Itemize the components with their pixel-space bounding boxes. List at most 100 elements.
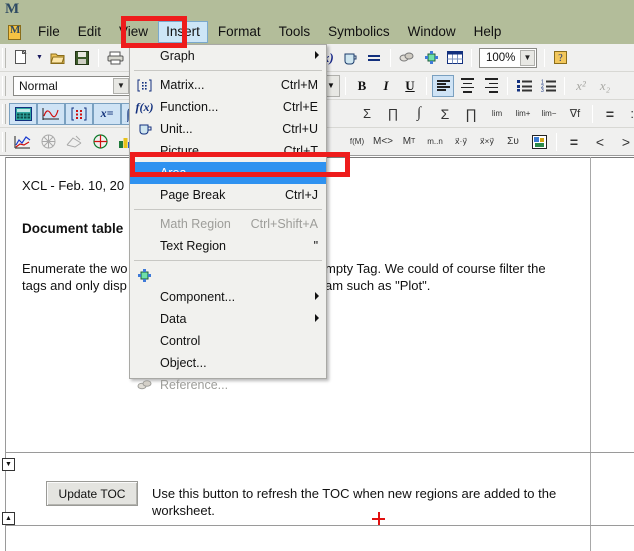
- dot-product-icon[interactable]: x⃗·y⃗: [449, 131, 473, 153]
- limit-right-icon[interactable]: lim+: [511, 103, 535, 125]
- paragraph-style-combobox[interactable]: Normal ▼: [13, 75, 131, 96]
- polar-plot-icon[interactable]: [36, 131, 60, 153]
- align-center-button[interactable]: [456, 75, 478, 97]
- new-icon[interactable]: [10, 47, 32, 69]
- worksheet-body-line2-right[interactable]: am such as "Plot".: [325, 277, 430, 294]
- limit-left-icon[interactable]: lim−: [537, 103, 561, 125]
- integral-icon[interactable]: ∫: [407, 103, 431, 125]
- menu-file[interactable]: File: [30, 21, 68, 43]
- calculator-palette-icon[interactable]: [9, 102, 37, 125]
- equals-icon[interactable]: [363, 47, 385, 69]
- matrix-icon: [136, 77, 153, 93]
- worksheet-body-line1-left[interactable]: Enumerate the wo: [22, 260, 128, 277]
- toolbar-grip[interactable]: [2, 47, 6, 68]
- control-menu-icon: [136, 311, 153, 327]
- worksheet-body-line2-left[interactable]: tags and only disp: [22, 277, 127, 294]
- open-icon[interactable]: [47, 47, 69, 69]
- superscript-button[interactable]: x²: [570, 75, 592, 97]
- menu-separator-3: [134, 260, 322, 261]
- hyperlink-icon[interactable]: [396, 47, 418, 69]
- worksheet-heading[interactable]: Document table: [22, 220, 123, 237]
- range-sum-icon[interactable]: Σ: [433, 103, 457, 125]
- menu-item-page-break[interactable]: Page Break Ctrl+J: [130, 184, 326, 206]
- menu-item-text-region[interactable]: Text Region ": [130, 235, 326, 257]
- product-icon[interactable]: ∏: [381, 103, 405, 125]
- unit-icon[interactable]: [339, 47, 361, 69]
- vector-sum-icon[interactable]: Συ: [501, 131, 525, 153]
- bold-button[interactable]: B: [351, 75, 373, 97]
- gradient-icon[interactable]: ∇f: [563, 103, 587, 125]
- menu-item-math-region: Math Region Ctrl+Shift+A: [130, 213, 326, 235]
- menu-item-graph[interactable]: Graph: [130, 45, 326, 67]
- matrix-palette-icon[interactable]: [65, 102, 93, 125]
- toolbar-grip-4[interactable]: [2, 131, 6, 152]
- menu-item-object[interactable]: Control: [130, 330, 326, 352]
- menu-help[interactable]: Help: [466, 21, 510, 43]
- xy-plot-icon[interactable]: [10, 131, 34, 153]
- menu-item-accelerator: Ctrl+Shift+A: [250, 217, 318, 231]
- limit-icon[interactable]: lim: [485, 103, 509, 125]
- define-icon[interactable]: :=: [624, 103, 634, 125]
- worksheet-header-text[interactable]: XCL - Feb. 10, 20: [22, 177, 124, 194]
- menu-item-reference[interactable]: Object...: [130, 352, 326, 374]
- menu-format[interactable]: Format: [210, 21, 269, 43]
- component-icon[interactable]: [420, 47, 442, 69]
- save-icon[interactable]: [71, 47, 93, 69]
- surface-plot-icon[interactable]: [62, 131, 86, 153]
- menu-item-data[interactable]: Component...: [130, 286, 326, 308]
- summation-icon[interactable]: Σ: [355, 103, 379, 125]
- help-icon[interactable]: ?: [550, 47, 572, 69]
- picture-icon[interactable]: [527, 131, 551, 153]
- equal-icon[interactable]: =: [598, 103, 622, 125]
- worksheet-body-line1-right[interactable]: mpty Tag. We could of course filter the: [325, 260, 546, 277]
- subscript-mn-icon[interactable]: m..n: [423, 131, 447, 153]
- equal-bool-icon[interactable]: =: [562, 131, 586, 153]
- matrix-inverse-icon[interactable]: M<>: [371, 131, 395, 153]
- menu-tools[interactable]: Tools: [271, 21, 319, 43]
- chevron-down-icon[interactable]: ▼: [520, 49, 535, 66]
- toolbar-grip-2[interactable]: [2, 75, 6, 96]
- paragraph-style-value: Normal: [19, 78, 58, 93]
- zoom-combobox[interactable]: 100% ▼: [479, 47, 537, 68]
- area-collapse-marker-bottom[interactable]: ▲: [2, 512, 15, 525]
- chevron-down-icon[interactable]: ▼: [113, 77, 129, 94]
- object-menu-icon: [136, 333, 153, 349]
- italic-button[interactable]: I: [375, 75, 397, 97]
- cross-product-icon[interactable]: x⃗×y⃗: [475, 131, 499, 153]
- update-toc-button[interactable]: Update TOC: [46, 481, 138, 506]
- contour-plot-icon[interactable]: [88, 131, 112, 153]
- new-dropdown-icon[interactable]: ▼: [34, 47, 45, 69]
- menu-item-label: Reference...: [160, 378, 229, 392]
- evaluation-palette-icon[interactable]: x=: [93, 102, 121, 125]
- menu-window[interactable]: Window: [400, 21, 464, 43]
- subscript-button[interactable]: x₂: [594, 75, 616, 97]
- underline-button[interactable]: U: [399, 75, 421, 97]
- graph-palette-icon[interactable]: [37, 102, 65, 125]
- greater-than-icon[interactable]: >: [614, 131, 634, 153]
- menu-item-unit[interactable]: Unit... Ctrl+U: [130, 118, 326, 140]
- menu-item-matrix[interactable]: Matrix... Ctrl+M: [130, 74, 326, 96]
- transpose-icon[interactable]: MT: [397, 131, 421, 153]
- table-icon[interactable]: [444, 47, 466, 69]
- menu-item-control[interactable]: Data: [130, 308, 326, 330]
- toolbar-grip-3[interactable]: [2, 103, 6, 124]
- align-left-button[interactable]: [432, 74, 454, 97]
- vectorize-icon[interactable]: f(M): [345, 131, 369, 153]
- bullet-list-button[interactable]: [513, 75, 535, 97]
- text-region-menu-icon: [136, 238, 153, 254]
- menu-edit[interactable]: Edit: [70, 21, 109, 43]
- numbered-list-button[interactable]: 123: [537, 75, 559, 97]
- menu-symbolics[interactable]: Symbolics: [320, 21, 398, 43]
- align-right-button[interactable]: [480, 75, 502, 97]
- range-product-icon[interactable]: ∏: [459, 103, 483, 125]
- print-icon[interactable]: [104, 47, 126, 69]
- area-collapse-marker-top[interactable]: ▼: [2, 458, 15, 471]
- svg-text:3: 3: [541, 88, 544, 92]
- function-icon: f(x): [135, 99, 154, 114]
- menu-item-component[interactable]: [130, 264, 326, 286]
- menu-item-accelerator: Ctrl+U: [282, 122, 318, 136]
- menu-item-function[interactable]: f(x) Function... Ctrl+E: [130, 96, 326, 118]
- less-than-icon[interactable]: <: [588, 131, 612, 153]
- insert-menu-dropdown[interactable]: Graph Matrix... Ctrl+M f(x) Function... …: [129, 44, 327, 392]
- menu-item-label: Text Region: [160, 239, 227, 253]
